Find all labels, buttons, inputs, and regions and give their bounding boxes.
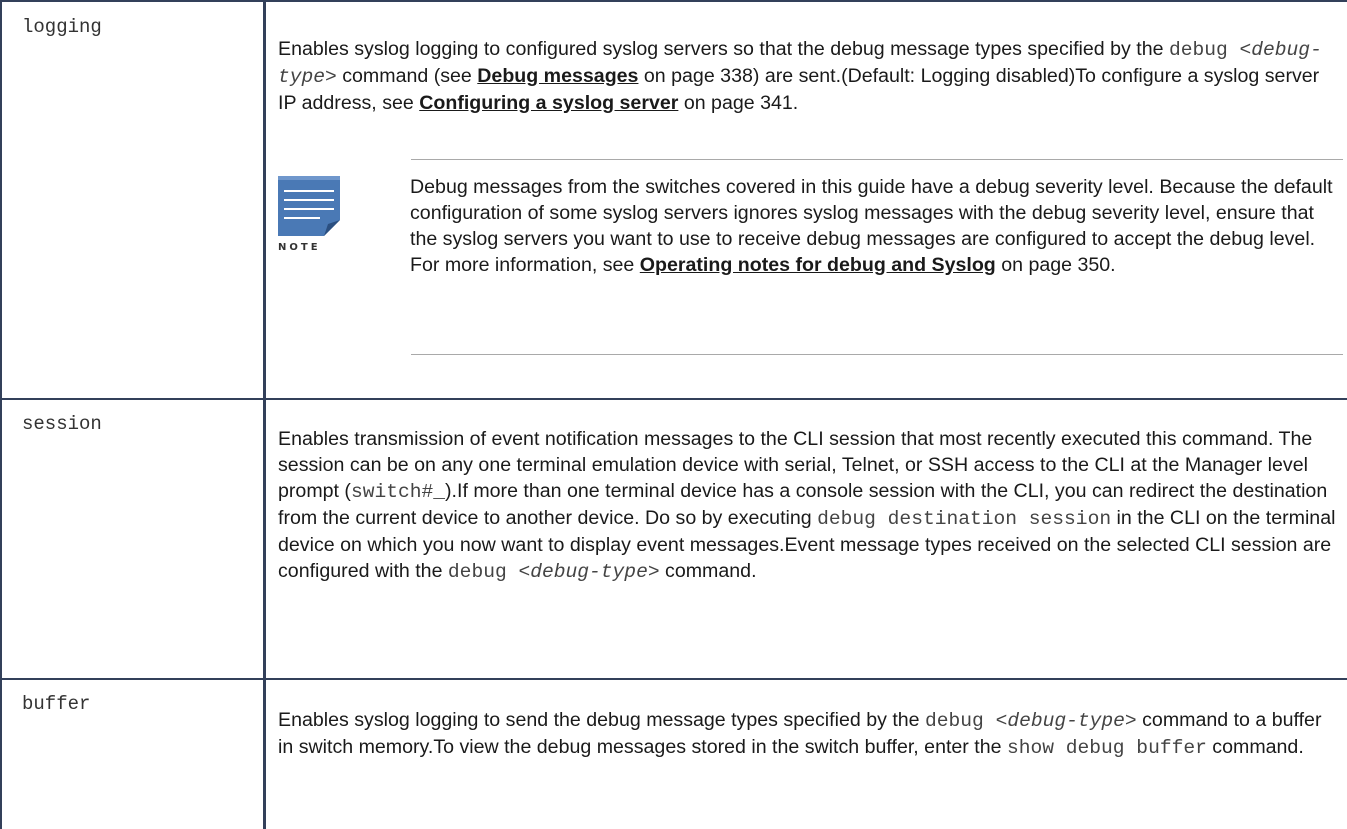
inline-code: debug [1168, 39, 1240, 61]
param-logging: logging [22, 16, 102, 38]
inline-code: show debug buffer [1006, 737, 1207, 759]
body-text: command (see [336, 65, 478, 87]
body-text: on page 341. [678, 92, 799, 114]
body-text: command. [1206, 736, 1304, 758]
inline-code: debug destination session [817, 508, 1112, 530]
buffer-description: Enables syslog logging to send the debug… [278, 707, 1340, 761]
param-buffer: buffer [22, 693, 91, 715]
note-icon: NOTE [278, 176, 342, 256]
inline-code: debug [925, 710, 996, 732]
inline-code: switch#_ [350, 481, 446, 503]
note-top-rule [411, 159, 1343, 160]
body-text: on page 350. [995, 254, 1116, 276]
column-divider [263, 0, 266, 829]
row-divider-2 [0, 678, 1347, 680]
note-bottom-rule [411, 354, 1343, 355]
body-text: Enables syslog logging to configured sys… [278, 38, 1169, 60]
cross-reference-link[interactable]: Configuring a syslog server [419, 92, 678, 114]
row-divider-1 [0, 398, 1347, 400]
inline-code: debug [447, 561, 519, 583]
note-label: NOTE [278, 242, 321, 253]
param-session: session [22, 413, 102, 435]
cross-reference-link[interactable]: Debug messages [477, 65, 638, 87]
cross-reference-link[interactable]: Operating notes for debug and Syslog [640, 254, 996, 276]
logging-description: Enables syslog logging to configured sys… [278, 36, 1340, 116]
table-left-border [0, 0, 2, 829]
table-top-border [0, 0, 1347, 2]
body-text: Enables syslog logging to send the debug… [278, 709, 926, 731]
session-description: Enables transmission of event notificati… [278, 426, 1340, 585]
inline-code-param: <debug-type> [518, 561, 660, 583]
note-content: Debug messages from the switches covered… [410, 174, 1340, 278]
body-text: command. [659, 560, 757, 582]
inline-code-param: <debug-type> [995, 710, 1137, 732]
